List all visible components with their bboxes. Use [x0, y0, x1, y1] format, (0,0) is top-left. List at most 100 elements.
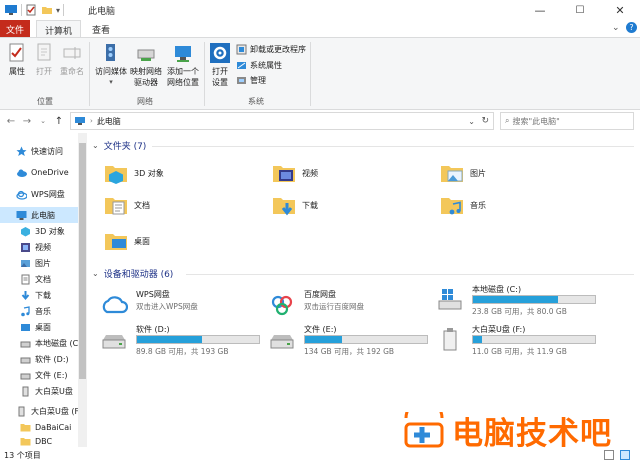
folder-videos[interactable]: 视频	[272, 157, 422, 189]
desktop-icon	[21, 323, 30, 331]
sidebar-item-pictures[interactable]: 图片	[0, 255, 78, 271]
media-access-button[interactable]: 访问媒体 ▾	[93, 42, 129, 88]
sidebar-item-downloads[interactable]: 下载	[0, 287, 78, 303]
sidebar-label: 3D 对象	[35, 226, 65, 236]
folder-icon	[20, 423, 31, 431]
location-group-label: 位置	[37, 97, 53, 106]
sidebar-label: 文档	[35, 274, 51, 284]
large-icons-view-icon[interactable]	[620, 450, 630, 460]
navigation-bar: ← → ⌄ ↑ › 此电脑 ⌄ ↻ ⌕ 搜索"此电脑"	[0, 110, 640, 132]
maximize-button[interactable]: ☐	[560, 0, 600, 20]
ribbon-panel: 属性 打开 重命名 位置 访问媒体 ▾ 映射网络 驱动器 添加一个 网络位置 网…	[0, 37, 640, 110]
desktop-folder-icon	[105, 234, 127, 250]
folder-desktop[interactable]: 桌面	[104, 225, 254, 257]
rename-button[interactable]: 重命名	[58, 42, 86, 77]
sidebar-label: 音乐	[35, 306, 51, 316]
drives-section-header[interactable]: ⌄ 设备和驱动器 (6)	[92, 267, 173, 280]
sidebar-item-videos[interactable]: 视频	[0, 239, 78, 255]
drive-free-space: 11.0 GB 可用，共 11.9 GB	[472, 347, 567, 356]
pc-icon[interactable]	[4, 4, 18, 16]
drive-name: 百度网盘	[304, 290, 336, 299]
help-icon[interactable]: ?	[626, 22, 637, 33]
folder-documents[interactable]: 文档	[104, 189, 254, 221]
drive-d[interactable]: 软件 (D:) 89.8 GB 可用，共 193 GB	[100, 323, 270, 357]
sidebar-item-drive-d[interactable]: 软件 (D:)	[0, 351, 78, 367]
folder-pictures[interactable]: 图片	[440, 157, 590, 189]
sidebar-item-dbc[interactable]: DBC	[0, 435, 78, 447]
sidebar-item-this-pc[interactable]: 此电脑	[0, 207, 78, 223]
sidebar-item-wps-cloud[interactable]: WPS网盘	[0, 186, 78, 202]
breadcrumb-path[interactable]: 此电脑	[97, 116, 121, 127]
open-icon	[37, 43, 51, 61]
drive-icon	[20, 341, 31, 347]
sidebar-item-onedrive[interactable]: OneDrive	[0, 164, 78, 180]
folder-downloads[interactable]: 下载	[272, 189, 422, 221]
open-button[interactable]: 打开	[32, 42, 56, 77]
properties-button[interactable]: 属性	[4, 42, 30, 77]
forward-button[interactable]: →	[20, 114, 34, 128]
sidebar-item-dabaicai[interactable]: DaBaiCai	[0, 419, 78, 435]
drive-baidu[interactable]: 百度网盘 双击运行百度网盘	[268, 288, 438, 322]
sidebar-item-music[interactable]: 音乐	[0, 303, 78, 319]
wps-cloud-icon	[16, 190, 27, 200]
drive-wps-cloud[interactable]: WPS网盘 双击进入WPS网盘	[100, 288, 270, 322]
customize-quick-access-icon[interactable]: ▾	[56, 6, 60, 15]
drive-name: 软件 (D:)	[136, 325, 170, 334]
tab-view[interactable]: 查看	[84, 20, 118, 38]
sidebar-label: DBC	[35, 436, 53, 446]
system-properties-button[interactable]: 系统属性	[236, 60, 282, 71]
sidebar-item-desktop[interactable]: 桌面	[0, 319, 78, 335]
drive-usage-bar	[304, 335, 428, 344]
network-group-label: 网络	[137, 97, 153, 106]
minimize-button[interactable]: —	[520, 0, 560, 20]
sidebar-label: DaBaiCai	[35, 422, 72, 432]
map-network-drive-button[interactable]: 映射网络 驱动器	[128, 42, 164, 88]
properties-label: 属性	[9, 67, 25, 76]
scrollbar-thumb[interactable]	[79, 143, 86, 379]
back-button[interactable]: ←	[4, 114, 18, 128]
folder-3d-objects[interactable]: 3D 对象	[104, 157, 254, 189]
folder-label: 下载	[302, 200, 318, 210]
manage-button[interactable]: 管理	[236, 75, 266, 86]
folders-section-header[interactable]: ⌄ 文件夹 (7)	[92, 139, 146, 152]
system-group-label: 系统	[248, 97, 264, 106]
search-box[interactable]: ⌕ 搜索"此电脑"	[500, 112, 634, 130]
drive-name: WPS网盘	[136, 290, 170, 299]
up-button[interactable]: ↑	[52, 114, 66, 128]
tab-file[interactable]: 文件	[0, 20, 30, 38]
sidebar-scrollbar[interactable]	[78, 133, 87, 447]
hdd-icon	[102, 335, 126, 349]
drive-c[interactable]: 本地磁盘 (C:) 23.8 GB 可用，共 80.0 GB	[436, 283, 606, 317]
close-button[interactable]: ✕	[600, 0, 640, 20]
baidu-drive-icon	[271, 295, 293, 316]
windows-drive-icon	[438, 289, 462, 310]
sidebar-item-3d-objects[interactable]: 3D 对象	[0, 223, 78, 239]
section-divider	[152, 146, 634, 147]
address-bar[interactable]: › 此电脑 ⌄ ↻	[70, 112, 494, 130]
sidebar-item-drive-e[interactable]: 文件 (E:)	[0, 367, 78, 383]
address-dropdown-icon[interactable]: ⌄	[468, 117, 475, 126]
pc-icon	[75, 117, 85, 125]
settings-icon	[210, 43, 230, 63]
sidebar-item-usb-f[interactable]: 大白菜U盘 (F	[0, 403, 78, 419]
add-network-location-button[interactable]: 添加一个 网络位置	[163, 42, 203, 88]
properties-icon	[9, 43, 24, 62]
properties-icon[interactable]	[25, 4, 37, 16]
sidebar-label: 图片	[35, 258, 51, 268]
drive-f-usb[interactable]: 大白菜U盘 (F:) 11.0 GB 可用，共 11.9 GB	[436, 323, 606, 357]
sidebar-item-quick-access[interactable]: 快速访问	[0, 143, 78, 159]
sidebar-item-drive-c[interactable]: 本地磁盘 (C	[0, 335, 78, 351]
sidebar-item-documents[interactable]: 文档	[0, 271, 78, 287]
uninstall-program-button[interactable]: 卸载或更改程序	[236, 44, 306, 55]
recent-locations-button[interactable]: ⌄	[36, 114, 50, 128]
manage-icon	[237, 77, 246, 84]
sidebar-item-usb[interactable]: 大白菜U盘	[0, 383, 78, 399]
watermark-text: 电脑技术吧	[452, 416, 612, 452]
folder-music[interactable]: 音乐	[440, 189, 590, 221]
collapse-ribbon-icon[interactable]: ⌄	[612, 23, 620, 33]
open-settings-button[interactable]: 打开 设置	[207, 42, 233, 88]
refresh-icon[interactable]: ↻	[481, 116, 489, 126]
watermark: 电脑技术吧	[402, 408, 612, 453]
new-folder-icon[interactable]	[41, 4, 53, 16]
drive-e[interactable]: 文件 (E:) 134 GB 可用，共 192 GB	[268, 323, 438, 357]
